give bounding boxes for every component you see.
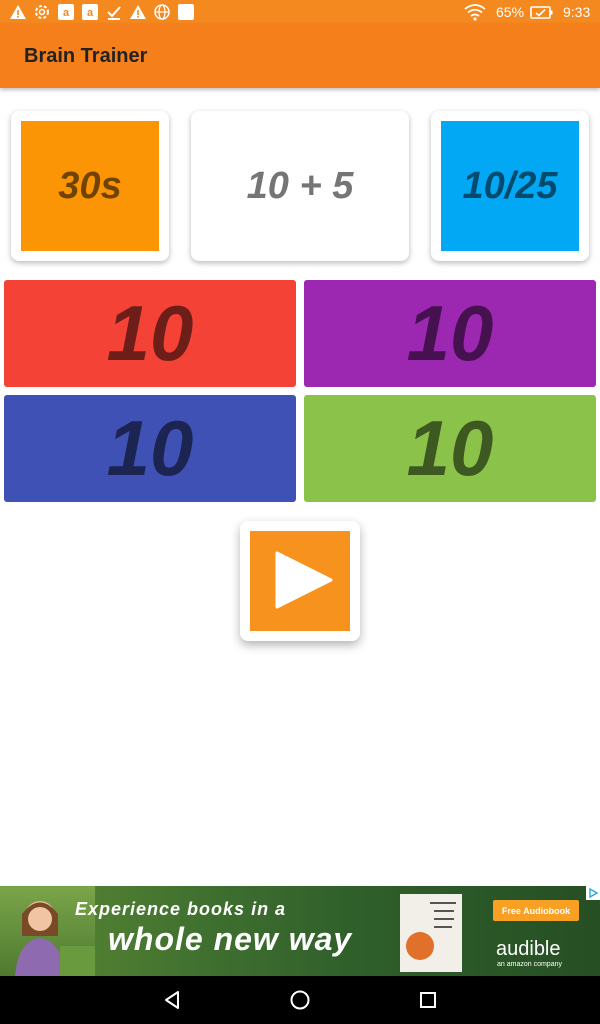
- svg-text:a: a: [87, 7, 94, 19]
- play-card[interactable]: [240, 521, 360, 641]
- score-label: 10/25: [441, 121, 579, 251]
- answer-button-2[interactable]: 10: [304, 280, 596, 387]
- question-label: 10 + 5: [246, 164, 354, 207]
- back-icon[interactable]: [160, 988, 184, 1012]
- score-card: 10/25: [431, 111, 589, 261]
- app-title: Brain Trainer: [24, 45, 148, 67]
- check-download-icon: [107, 6, 121, 20]
- play-button[interactable]: [250, 531, 350, 631]
- clock: 9:33: [563, 4, 591, 20]
- wifi-icon: [464, 4, 486, 21]
- recents-icon[interactable]: [416, 988, 440, 1012]
- svg-text:a: a: [63, 7, 70, 19]
- ad-headline: Experience books in a: [75, 899, 287, 919]
- answer-button-4[interactable]: 10: [304, 395, 596, 502]
- play-icon: [275, 551, 333, 609]
- home-icon[interactable]: [288, 988, 312, 1012]
- amazon-icon: a: [82, 4, 98, 20]
- status-bar: a a 65% 9:33: [0, 0, 600, 24]
- app-bar: Brain Trainer: [0, 24, 600, 88]
- battery-percent: 65%: [496, 4, 525, 20]
- timer-label: 30s: [21, 121, 159, 251]
- battery-icon: [530, 6, 553, 19]
- warning-icon: [10, 5, 26, 19]
- globe-icon: [154, 4, 170, 20]
- question-card: 10 + 5: [191, 111, 409, 261]
- square-icon: [178, 4, 194, 20]
- audible-subtitle: an amazon company: [497, 961, 562, 968]
- ad-book-cover: [400, 894, 462, 972]
- amazon-icon: a: [58, 4, 74, 20]
- audible-logo: audible: [496, 938, 561, 960]
- answer-button-1[interactable]: 10: [4, 280, 296, 387]
- settings-icon: [35, 5, 49, 19]
- timer-card: 30s: [11, 111, 169, 261]
- nav-bar: [0, 976, 600, 1024]
- ad-banner[interactable]: Experience books in a whole new way Free…: [0, 886, 600, 976]
- answer-button-3[interactable]: 10: [4, 395, 296, 502]
- warning-icon: [130, 5, 146, 19]
- ad-info-icon[interactable]: [586, 886, 600, 900]
- free-audiobook-button[interactable]: Free Audiobook: [493, 900, 579, 921]
- ad-tagline: whole new way: [108, 921, 353, 957]
